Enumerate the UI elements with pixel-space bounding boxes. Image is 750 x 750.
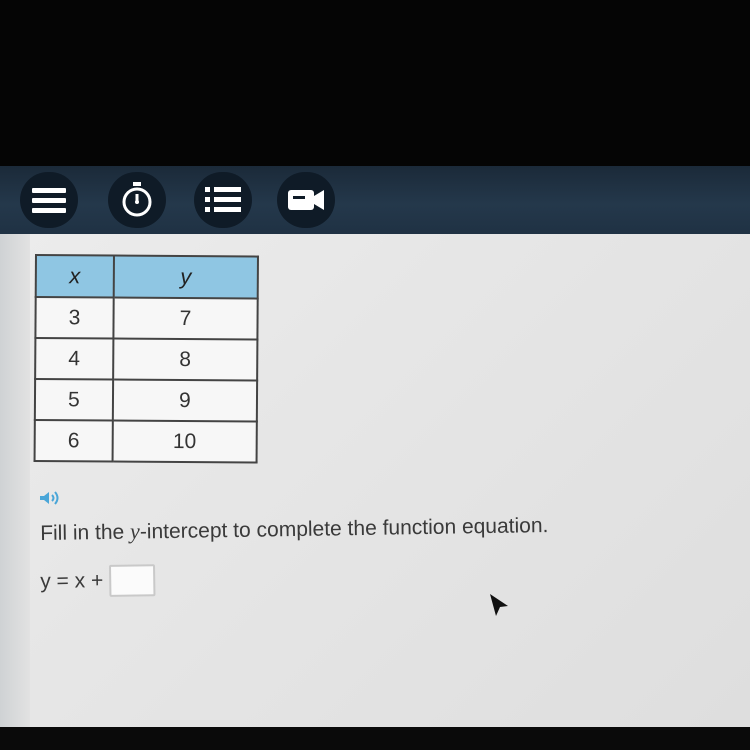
table-cell: 5 [34, 379, 113, 421]
list-icon [205, 187, 241, 212]
xy-table: x y 3 7 4 8 5 9 6 10 [34, 254, 259, 464]
audio-button[interactable] [38, 489, 64, 512]
equation-text: y = x + [40, 569, 104, 593]
speaker-icon [40, 491, 59, 505]
table-row: 4 8 [35, 338, 258, 381]
content-edge [0, 234, 30, 727]
mouse-pointer-icon [490, 594, 508, 616]
stopwatch-icon [122, 182, 152, 217]
table-row: 6 10 [34, 420, 257, 463]
function-equation: y = x + [40, 564, 156, 598]
timer-button[interactable] [108, 172, 166, 228]
video-button[interactable] [277, 172, 335, 228]
table-cell: 3 [35, 297, 114, 339]
y-intercept-answer-input[interactable] [109, 564, 156, 597]
prompt-text-start: Fill in the [40, 520, 131, 545]
prompt-variable: y [129, 518, 141, 544]
table-cell: 7 [113, 297, 258, 340]
table-cell: 10 [112, 420, 257, 463]
monitor-bezel-top [0, 0, 750, 166]
table-cell: 4 [35, 338, 114, 380]
table-cell: 9 [112, 379, 258, 422]
table-cell: 8 [112, 338, 258, 381]
video-camera-icon [288, 190, 324, 210]
column-header-x: x [35, 255, 114, 298]
list-button[interactable] [194, 172, 252, 228]
hamburger-menu-icon [32, 188, 66, 213]
monitor-bezel-bottom [0, 727, 750, 750]
table-cell: 6 [34, 420, 113, 462]
table-header-row: x y [35, 255, 258, 299]
column-header-y: y [113, 255, 258, 299]
table-row: 3 7 [35, 297, 258, 340]
toolbar [0, 166, 750, 236]
table-row: 5 9 [34, 379, 258, 422]
menu-button[interactable] [20, 172, 78, 228]
